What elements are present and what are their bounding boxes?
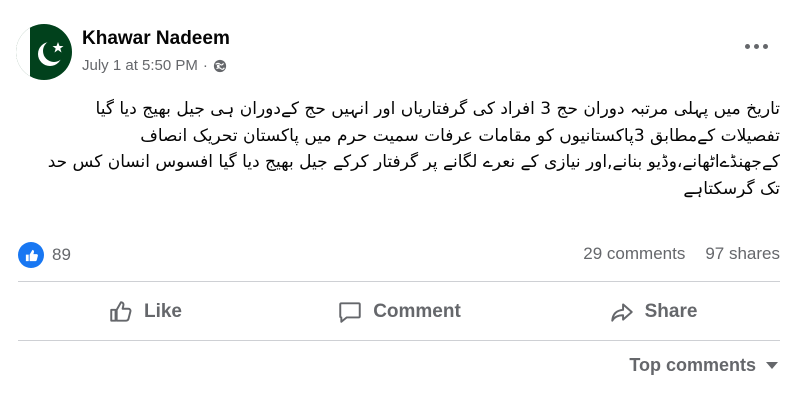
shares-count[interactable]: 97 shares — [705, 244, 780, 264]
facebook-post: Khawar Nadeem July 1 at 5:50 PM · تاریخ … — [0, 0, 800, 400]
comment-button[interactable]: Comment — [272, 290, 526, 334]
share-label: Share — [644, 301, 698, 322]
more-options-icon[interactable] — [742, 36, 770, 56]
divider — [18, 281, 780, 282]
comments-sort-dropdown[interactable]: Top comments — [629, 355, 778, 376]
comment-icon — [339, 302, 361, 323]
thumbs-up-icon — [110, 301, 132, 322]
post-body: تاریخ میں پہلی مرتبہ دوران حج 3 افراد کی… — [28, 96, 780, 202]
author-name[interactable]: Khawar Nadeem — [82, 28, 230, 50]
share-arrow-icon — [610, 303, 633, 322]
post-stats: 89 29 comments 97 shares — [18, 242, 780, 270]
post-body-line: تفصیلات کےمطابق 3پاکستانیوں کو مقامات عر… — [47, 125, 780, 199]
comments-count[interactable]: 29 comments — [583, 244, 685, 264]
post-meta: July 1 at 5:50 PM · — [82, 57, 227, 74]
post-actions: Like Comment Share — [18, 290, 780, 334]
comment-label: Comment — [373, 301, 461, 322]
pakistan-flag-avatar[interactable] — [16, 24, 72, 80]
meta-separator: · — [202, 57, 208, 74]
like-button[interactable]: Like — [18, 290, 272, 334]
reaction-count: 89 — [52, 245, 71, 264]
globe-icon[interactable] — [213, 59, 227, 73]
share-button[interactable]: Share — [526, 290, 780, 334]
caret-down-icon — [766, 362, 778, 369]
divider — [18, 340, 780, 341]
like-label: Like — [143, 301, 183, 322]
comments-sort-label: Top comments — [629, 355, 756, 375]
engagement-counts: 29 comments 97 shares — [583, 244, 780, 264]
like-reaction-icon — [18, 242, 44, 268]
reactions-summary[interactable]: 89 — [18, 242, 71, 268]
post-timestamp[interactable]: July 1 at 5:50 PM — [82, 57, 198, 74]
post-body-line: تاریخ میں پہلی مرتبہ دوران حج 3 افراد کی… — [95, 99, 780, 119]
